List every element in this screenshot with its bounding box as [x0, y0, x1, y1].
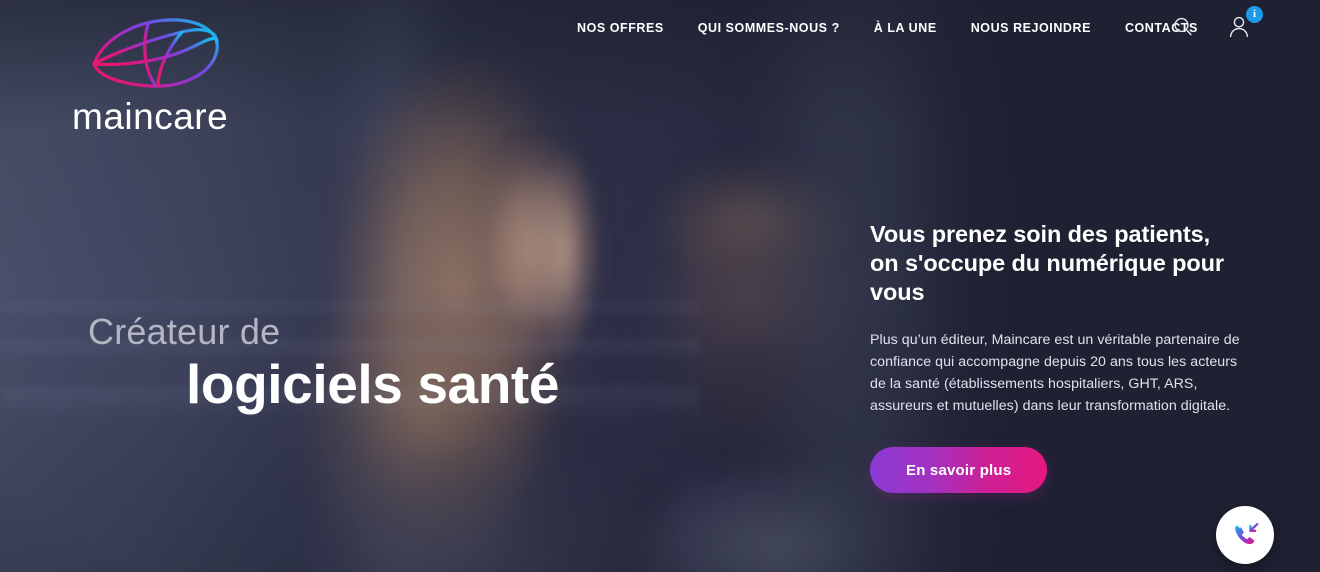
- hero-intro-panel: Vous prenez soin des patients, on s'occu…: [870, 220, 1240, 494]
- site-header: NOS OFFRES QUI SOMMES-NOUS ? À LA UNE NO…: [0, 0, 1320, 56]
- logo-wordmark: maincare: [72, 96, 229, 137]
- panel-title: Vous prenez soin des patients, on s'occu…: [870, 221, 1224, 306]
- phone-callback-icon: [1235, 523, 1259, 545]
- main-navigation: NOS OFFRES QUI SOMMES-NOUS ? À LA UNE NO…: [560, 0, 1215, 56]
- search-button[interactable]: [1168, 12, 1198, 42]
- nav-nos-offres[interactable]: NOS OFFRES: [560, 0, 681, 56]
- headline-subtitle: Créateur de: [88, 311, 281, 352]
- search-icon: [1174, 17, 1192, 36]
- nav-a-la-une[interactable]: À LA UNE: [857, 0, 954, 56]
- headline-title: logiciels santé: [186, 352, 560, 415]
- hero-headline: Créateur de logiciels santé: [88, 312, 708, 413]
- panel-body-text: Plus qu’un éditeur, Maincare est un véri…: [870, 332, 1240, 415]
- hero-section: maincare NOS OFFRES QUI SOMMES-NOUS ? À …: [0, 0, 1320, 572]
- account-button[interactable]: i: [1224, 6, 1263, 42]
- nav-nous-rejoindre[interactable]: NOUS REJOINDRE: [954, 0, 1108, 56]
- callback-floating-button[interactable]: [1216, 506, 1274, 564]
- header-icon-group: i: [1168, 6, 1263, 42]
- en-savoir-plus-button[interactable]: En savoir plus: [870, 447, 1048, 494]
- account-info-badge[interactable]: i: [1246, 6, 1263, 23]
- nav-qui-sommes-nous[interactable]: QUI SOMMES-NOUS ?: [681, 0, 857, 56]
